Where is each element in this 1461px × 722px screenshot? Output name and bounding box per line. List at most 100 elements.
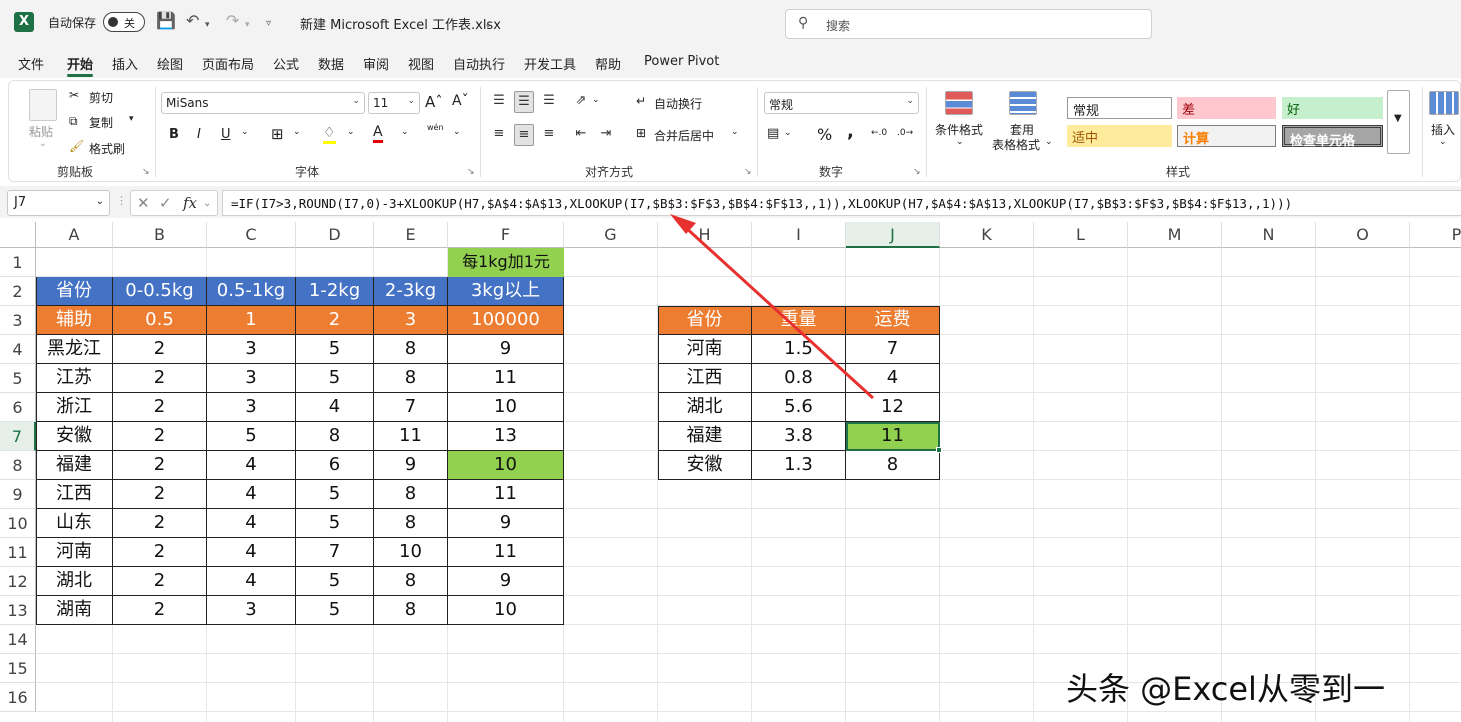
row-header[interactable]: 12 — [0, 567, 36, 596]
align-middle-icon[interactable]: ☰ — [514, 91, 534, 113]
table-row-cell[interactable]: 河南 — [36, 538, 113, 567]
table-row-cell[interactable]: 江苏 — [36, 364, 113, 393]
row-header[interactable]: 2 — [0, 277, 36, 306]
cut-label[interactable]: 剪切 — [89, 89, 113, 106]
insert-dropdown-icon[interactable]: ⌄ — [1439, 137, 1447, 147]
helper-row-cell[interactable]: 3 — [374, 306, 448, 335]
table-row-cell[interactable]: 10 — [374, 538, 448, 567]
merge-dropdown-icon[interactable]: ⌄ — [731, 127, 739, 137]
table-row-cell[interactable]: 10 — [448, 451, 564, 480]
table-row-cell[interactable]: 4 — [207, 509, 296, 538]
fill-color-icon[interactable]: ♢ — [323, 125, 336, 144]
rate-note-cell[interactable]: 每1kg加1元 — [448, 248, 564, 277]
lookup-header-cell[interactable]: 重量 — [752, 306, 846, 335]
table-row-cell[interactable]: 江西 — [36, 480, 113, 509]
column-header[interactable]: M — [1128, 222, 1222, 248]
underline-dropdown-icon[interactable]: ⌄ — [241, 127, 249, 137]
tab-automate[interactable]: 自动执行 — [453, 54, 505, 73]
tab-page-layout[interactable]: 页面布局 — [202, 54, 254, 73]
cut-icon[interactable]: ✂ — [69, 88, 79, 102]
table-row-cell[interactable]: 8 — [374, 596, 448, 625]
column-header[interactable]: P — [1410, 222, 1461, 248]
align-right-icon[interactable]: ≡ — [539, 124, 559, 144]
row-header[interactable]: 10 — [0, 509, 36, 538]
row-header[interactable]: 8 — [0, 451, 36, 480]
tab-power-pivot[interactable]: Power Pivot — [644, 54, 719, 69]
underline-button[interactable]: U — [221, 127, 231, 142]
paste-label[interactable]: 粘贴 — [29, 123, 53, 140]
column-header[interactable]: N — [1222, 222, 1316, 248]
format-as-table-dropdown-icon[interactable]: ⌄ — [1045, 137, 1053, 147]
table-row-cell[interactable]: 3 — [207, 335, 296, 364]
styles-gallery-more[interactable]: ▼ — [1387, 90, 1410, 154]
insert-function-icon[interactable]: fx — [183, 194, 197, 212]
decrease-decimal-icon[interactable]: .0→ — [897, 128, 913, 138]
save-icon[interactable]: 💾 — [156, 11, 176, 31]
table-header-cell[interactable]: 2-3kg — [374, 277, 448, 306]
bold-button[interactable]: B — [169, 127, 179, 142]
style-calculation[interactable]: 计算 — [1177, 125, 1276, 147]
table-row-cell[interactable]: 5 — [296, 480, 374, 509]
table-row-cell[interactable]: 5 — [207, 422, 296, 451]
copy-icon[interactable]: ⧉ — [69, 114, 78, 129]
row-header[interactable]: 5 — [0, 364, 36, 393]
table-row-cell[interactable]: 黑龙江 — [36, 335, 113, 364]
selected-cell[interactable]: 11 — [846, 422, 940, 451]
fill-dropdown-icon[interactable]: ⌄ — [347, 127, 355, 137]
column-header[interactable]: K — [940, 222, 1034, 248]
row-header[interactable]: 1 — [0, 248, 36, 277]
comma-button[interactable]: , — [847, 121, 854, 142]
table-row-cell[interactable]: 安徽 — [36, 422, 113, 451]
clipboard-launcher-icon[interactable]: ↘ — [142, 167, 150, 177]
select-all-corner[interactable] — [0, 222, 36, 248]
align-top-icon[interactable]: ☰ — [489, 91, 509, 111]
table-row-cell[interactable]: 2 — [113, 393, 207, 422]
row-header[interactable]: 4 — [0, 335, 36, 364]
copy-label[interactable]: 复制 — [89, 114, 113, 131]
table-row-cell[interactable]: 5 — [296, 567, 374, 596]
lookup-row-cell[interactable]: 江西 — [658, 364, 752, 393]
table-row-cell[interactable]: 山东 — [36, 509, 113, 538]
table-header-cell[interactable]: 1-2kg — [296, 277, 374, 306]
tab-help[interactable]: 帮助 — [595, 54, 621, 73]
table-row-cell[interactable]: 8 — [374, 480, 448, 509]
chevron-down-icon[interactable]: ⌄ — [203, 198, 211, 209]
helper-row-cell[interactable]: 辅助 — [36, 306, 113, 335]
alignment-launcher-icon[interactable]: ↘ — [744, 167, 752, 177]
spreadsheet-grid[interactable]: A B C D E F G H I J K L M N O P 1 2 3 4 5 6 7 8 9 10 11 12 13 14 15 16 每… — [0, 222, 1461, 722]
helper-row-cell[interactable]: 100000 — [448, 306, 564, 335]
name-box[interactable]: J7 ⌄ — [7, 190, 110, 216]
lookup-header-cell[interactable]: 运费 — [846, 306, 940, 335]
undo-dropdown-icon[interactable]: ▾ — [205, 15, 210, 35]
column-header[interactable]: G — [564, 222, 658, 248]
column-header[interactable]: D — [296, 222, 374, 248]
merge-center-icon[interactable]: ⊞ — [636, 126, 646, 140]
table-row-cell[interactable]: 8 — [374, 335, 448, 364]
table-row-cell[interactable]: 2 — [113, 567, 207, 596]
column-header[interactable]: E — [374, 222, 448, 248]
table-row-cell[interactable]: 8 — [374, 509, 448, 538]
font-color-dropdown-icon[interactable]: ⌄ — [401, 127, 409, 137]
style-good[interactable]: 好 — [1282, 97, 1383, 119]
style-neutral[interactable]: 适中 — [1067, 125, 1172, 147]
customize-toolbar-icon[interactable]: ▿ — [266, 14, 271, 34]
column-header[interactable]: L — [1034, 222, 1128, 248]
row-header[interactable]: 15 — [0, 654, 36, 683]
conditional-format-label[interactable]: 条件格式 — [935, 121, 983, 138]
tab-formulas[interactable]: 公式 — [273, 54, 299, 73]
tab-file[interactable]: 文件 — [18, 54, 44, 73]
row-header[interactable]: 6 — [0, 393, 36, 422]
conditional-format-dropdown-icon[interactable]: ⌄ — [956, 137, 964, 147]
increase-indent-icon[interactable]: ⇥ — [596, 124, 616, 144]
format-as-table-label-2[interactable]: 表格格式 — [992, 136, 1040, 153]
lookup-row-cell[interactable]: 3.8 — [752, 422, 846, 451]
lookup-row-cell[interactable]: 安徽 — [658, 451, 752, 480]
decrease-indent-icon[interactable]: ⇤ — [571, 124, 591, 144]
table-row-cell[interactable]: 4 — [207, 480, 296, 509]
enter-icon[interactable]: ✓ — [159, 194, 172, 212]
table-row-cell[interactable]: 湖南 — [36, 596, 113, 625]
font-color-icon[interactable]: A — [373, 124, 383, 143]
tab-home[interactable]: 开始 — [67, 54, 93, 73]
autosave-toggle[interactable]: 关 — [103, 12, 145, 32]
align-center-icon[interactable]: ≡ — [514, 124, 534, 146]
